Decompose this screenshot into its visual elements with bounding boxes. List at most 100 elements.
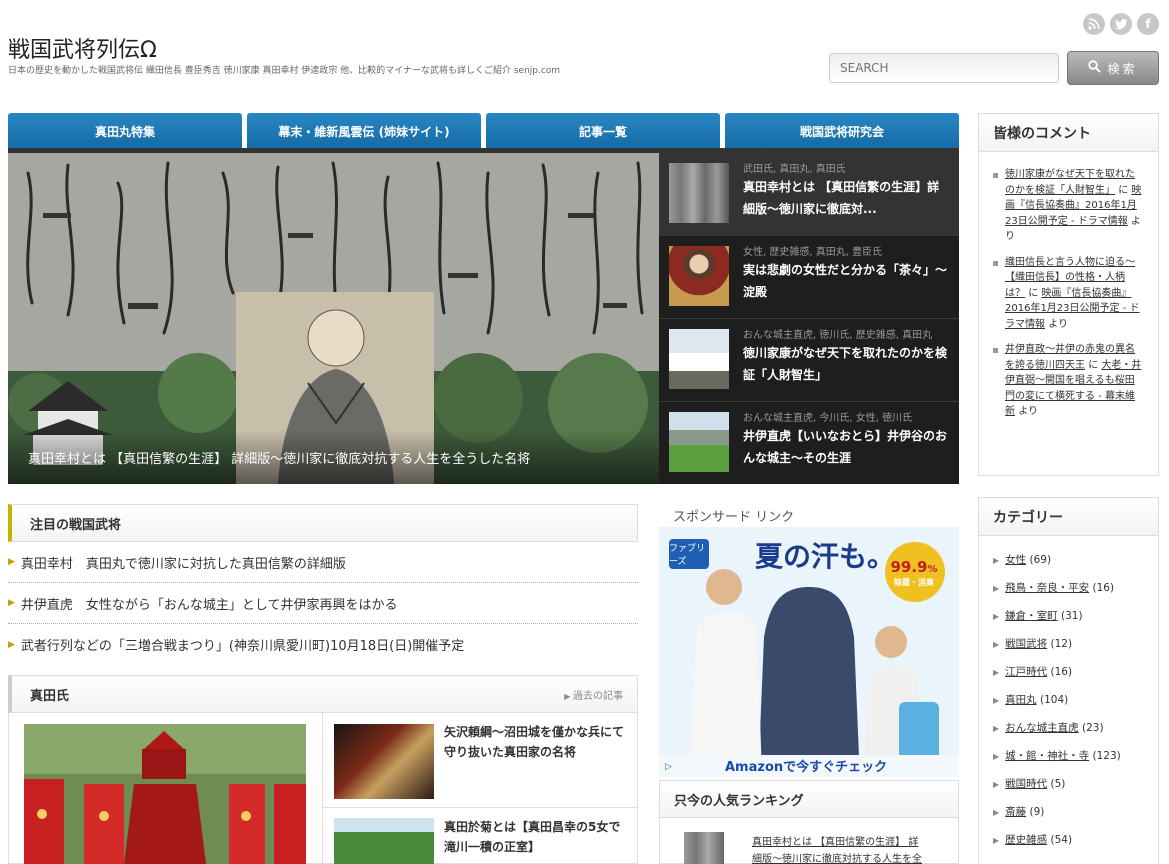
slider-item[interactable]: おんな城主直虎, 徳川氏, 歴史雑感, 真田丸 徳川家康がなぜ天下を取れたのかを…: [659, 319, 959, 402]
category-item[interactable]: ▶ おんな城主直虎 (23): [993, 720, 1104, 735]
slider-item-title[interactable]: 真田幸村とは 【真田信繁の生涯】詳細版～徳川家に徹底対...: [743, 176, 949, 220]
category-count: (104): [1040, 694, 1069, 706]
slider-item-title[interactable]: 井伊直虎【いいなおとら】井伊谷のおんな城主～その生涯: [743, 425, 949, 469]
ranking-item-line: 細版～徳川家に徹底対抗する人生を全: [752, 854, 922, 864]
ad-cta[interactable]: Amazonで今すぐチェック: [725, 756, 887, 775]
hero-slide[interactable]: 真田幸村とは 【真田信繁の生涯】 詳細版～徳川家に徹底対抗する人生を全うした名将: [8, 153, 659, 484]
slider-item-title[interactable]: 実は悲劇の女性だと分かる「茶々」～淀殿: [743, 259, 949, 303]
comment-mid-text: に: [1118, 184, 1129, 196]
adchoices-icon[interactable]: ▷: [665, 762, 672, 772]
rss-icon[interactable]: [1083, 13, 1105, 35]
slider-item-categories: おんな城主直虎, 今川氏, 女性, 徳川氏: [743, 413, 913, 424]
slider-list: 武田氏, 真田丸, 真田氏 真田幸村とは 【真田信繁の生涯】詳細版～徳川家に徹底…: [659, 153, 959, 484]
featured-item[interactable]: ▶ 真田幸村 真田丸で徳川家に対抗した真田信繁の詳細版: [8, 542, 638, 583]
sanada-article-title[interactable]: 矢沢頼綱～沼田城を僅かな兵にて守り抜いた真田家の名将: [444, 722, 624, 762]
category-item[interactable]: ▶ 江戸時代 (16): [993, 664, 1072, 679]
comment-mid-text: に: [1088, 359, 1099, 371]
tab-research[interactable]: 戦国武将研究会: [725, 113, 959, 149]
slider-thumbnail: [669, 329, 729, 389]
arrow-icon: ▶: [993, 780, 1000, 789]
categories-heading: カテゴリー: [979, 498, 1158, 536]
arrow-icon: ▶: [993, 612, 1000, 621]
category-link[interactable]: 歴史雑感: [1005, 834, 1047, 846]
comment-author-link[interactable]: 映画『信長協奏曲』2016年1月23日公開予定 - ドラマ情報: [1005, 288, 1140, 330]
category-link[interactable]: 戦国時代: [1005, 778, 1047, 790]
comments-heading: 皆様のコメント: [979, 114, 1158, 152]
ad-badge: 99.9%: [889, 559, 939, 578]
category-item[interactable]: ▶ 戦国時代 (5): [993, 776, 1065, 791]
twitter-icon[interactable]: [1110, 13, 1132, 35]
category-link[interactable]: 斎藤: [1005, 806, 1026, 818]
category-link[interactable]: 江戸時代: [1005, 666, 1047, 678]
category-item[interactable]: ▶ 戦国武将 (12): [993, 636, 1072, 651]
category-link[interactable]: 城・館・神社・寺: [1005, 750, 1089, 762]
slider-item[interactable]: 武田氏, 真田丸, 真田氏 真田幸村とは 【真田信繁の生涯】詳細版～徳川家に徹底…: [659, 153, 959, 236]
past-articles-label: 過去の記事: [573, 690, 623, 702]
arrow-icon: ▶: [993, 808, 1000, 817]
sanada-article-thumbnail[interactable]: [334, 724, 434, 799]
sanada-heading-title: 真田氏: [30, 688, 70, 704]
category-item[interactable]: ▶ 女性 (69): [993, 552, 1051, 567]
category-item[interactable]: ▶ 斎藤 (9): [993, 804, 1044, 819]
category-link[interactable]: 戦国武将: [1005, 638, 1047, 650]
slider-item[interactable]: 女性, 歴史雑感, 真田丸, 豊臣氏 実は悲劇の女性だと分かる「茶々」～淀殿: [659, 236, 959, 319]
search-button-label: 検索: [1107, 61, 1138, 76]
category-link[interactable]: おんな城主直虎: [1005, 722, 1079, 734]
tab-sanadamaru[interactable]: 真田丸特集: [8, 113, 242, 149]
category-link[interactable]: 女性: [1005, 554, 1026, 566]
sanada-article-thumbnail[interactable]: [334, 818, 434, 864]
sanada-main-image[interactable]: [24, 724, 306, 864]
categories-box: カテゴリー ▶ 女性 (69) ▶ 飛鳥・奈良・平安 (16) ▶ 鎌倉・室町 (31…: [978, 497, 1159, 864]
comment-suffix: より: [1018, 406, 1038, 417]
advertisement[interactable]: ファブリーズ 夏の汗も。 99.9% 除菌・消臭 ▷ Amazonで今すぐチェッ…: [659, 527, 959, 777]
tab-bakumatsu[interactable]: 幕末・維新風雲伝 (姉妹サイト): [247, 113, 481, 149]
facebook-icon[interactable]: f: [1137, 13, 1159, 35]
slider-item-title[interactable]: 徳川家康がなぜ天下を取れたのかを検証「人財智生」: [743, 342, 949, 386]
site-title[interactable]: 戦国武将列伝Ω: [8, 32, 157, 64]
arrow-icon: ▶: [993, 640, 1000, 649]
tab-article-list[interactable]: 記事一覧: [486, 113, 720, 149]
category-item[interactable]: ▶ 城・館・神社・寺 (123): [993, 748, 1121, 763]
category-item[interactable]: ▶ 歴史雑感 (54): [993, 832, 1072, 847]
category-count: (9): [1029, 806, 1045, 818]
samurai-armor-image: [24, 724, 306, 864]
ad-badge-value: 99.9: [890, 558, 928, 576]
comment-mid-text: に: [1028, 287, 1039, 299]
slider-thumbnail: [669, 412, 729, 472]
past-articles-link[interactable]: ▶ 過去の記事: [564, 687, 623, 702]
sanada-article-title[interactable]: 真田於菊とは【真田昌幸の5女で滝川一積の正室】: [444, 817, 624, 857]
arrow-icon: ▶: [993, 836, 1000, 845]
search-button[interactable]: 検索: [1067, 51, 1159, 85]
category-count: (31): [1061, 610, 1083, 622]
category-link[interactable]: 鎌倉・室町: [1005, 610, 1058, 622]
category-link[interactable]: 飛鳥・奈良・平安: [1005, 582, 1089, 594]
featured-item[interactable]: ▶ 武者行列などの「三増合戦まつり」(神奈川県愛川町)10月18日(日)開催予定: [8, 624, 638, 665]
ranking-heading: 只今の人気ランキング: [659, 780, 959, 818]
sponsor-label: スポンサード リンク: [673, 510, 795, 525]
ad-headline: 夏の汗も。: [755, 540, 896, 573]
hero-caption[interactable]: 真田幸村とは 【真田信繁の生涯】 詳細版～徳川家に徹底対抗する人生を全うした名将: [8, 430, 659, 484]
featured-item-text[interactable]: 真田幸村 真田丸で徳川家に対抗した真田信繁の詳細版: [21, 553, 346, 572]
category-count: (5): [1050, 778, 1066, 790]
comment-post-link[interactable]: 徳川家康がなぜ天下を取れたのかを検証「人財智生」: [1005, 169, 1135, 196]
triangle-icon: ▶: [8, 557, 15, 567]
search-input[interactable]: [829, 53, 1059, 83]
category-item[interactable]: ▶ 飛鳥・奈良・平安 (16): [993, 580, 1114, 595]
slider-item-categories: 武田氏, 真田丸, 真田氏: [743, 164, 846, 175]
arrow-icon: ▶: [993, 584, 1000, 593]
ranking-item-title[interactable]: 真田幸村とは 【真田信繁の生涯】 詳細版～徳川家に徹底対抗する人生を全: [752, 834, 922, 864]
featured-item-text[interactable]: 井伊直虎 女性ながら「おんな城主」として井伊家再興をはかる: [21, 594, 398, 613]
featured-item-text[interactable]: 武者行列などの「三増合戦まつり」(神奈川県愛川町)10月18日(日)開催予定: [21, 635, 464, 654]
category-count: (54): [1050, 834, 1073, 846]
slider-thumbnail: [669, 163, 729, 223]
category-item[interactable]: ▶ 鎌倉・室町 (31): [993, 608, 1083, 623]
ranking-thumbnail[interactable]: [684, 832, 724, 864]
featured-heading: 注目の戦国武将: [8, 504, 638, 542]
slider-item-categories: 女性, 歴史雑感, 真田丸, 豊臣氏: [743, 247, 883, 258]
category-item[interactable]: ▶ 真田丸 (104): [993, 692, 1068, 707]
slider-item[interactable]: おんな城主直虎, 今川氏, 女性, 徳川氏 井伊直虎【いいなおとら】井伊谷のおん…: [659, 402, 959, 485]
arrow-icon: ▶: [993, 668, 1000, 677]
category-link[interactable]: 真田丸: [1005, 694, 1037, 706]
featured-item[interactable]: ▶ 井伊直虎 女性ながら「おんな城主」として井伊家再興をはかる: [8, 583, 638, 624]
category-count: (16): [1050, 666, 1073, 678]
